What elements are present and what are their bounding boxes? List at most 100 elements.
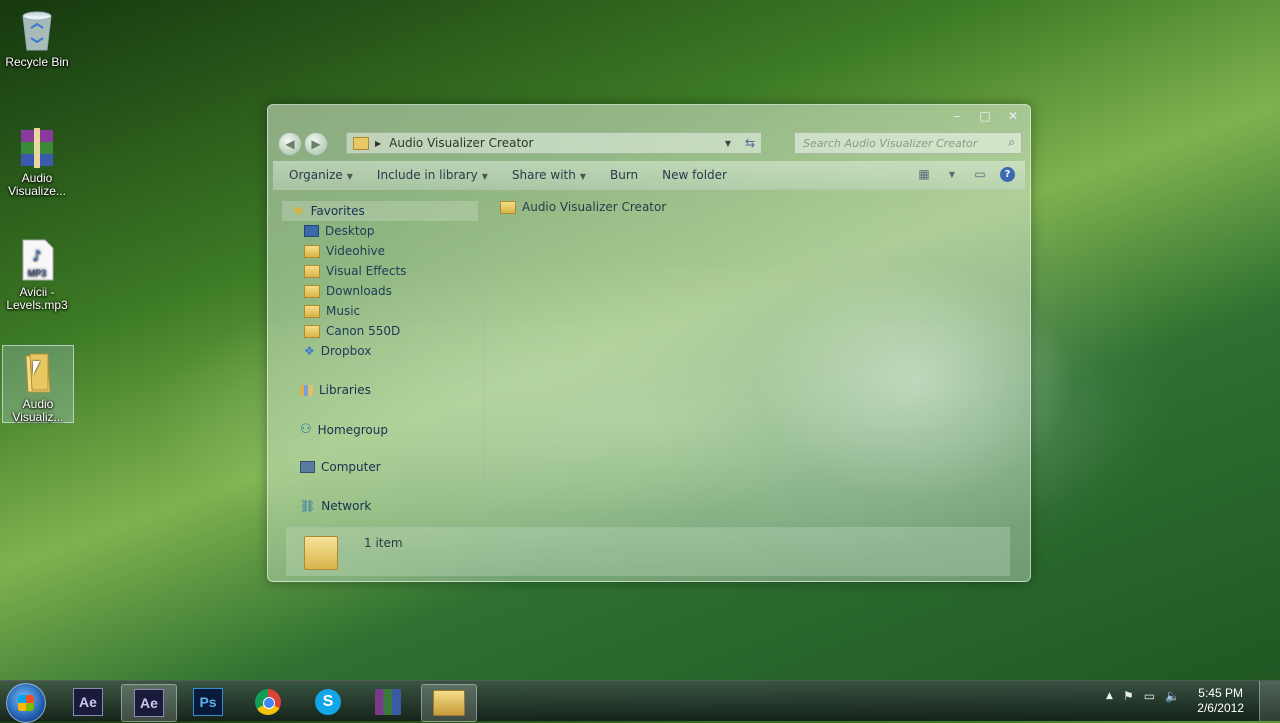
system-tray: ▲ ⚑ ▭ 🔈 (1106, 689, 1180, 703)
item-count: 1 item (364, 536, 403, 550)
nav-libraries[interactable]: Libraries (300, 383, 371, 397)
nav-label: Network (321, 499, 372, 513)
burn-button[interactable]: Burn (602, 168, 646, 182)
folder-icon (304, 244, 320, 258)
action-center-icon[interactable]: ⚑ (1123, 689, 1134, 703)
chevron-down-icon: ▼ (346, 172, 353, 181)
chevron-down-icon[interactable]: ▼ (725, 139, 731, 148)
after-effects-icon: Ae (73, 688, 103, 716)
address-bar[interactable]: ▶ Audio Visualizer Creator ▼ ⇆ (346, 132, 762, 154)
breadcrumb-current[interactable]: Audio Visualizer Creator (389, 136, 533, 150)
help-icon[interactable]: ? (1000, 166, 1015, 182)
show-desktop-button[interactable] (1259, 681, 1280, 721)
folder-icon (353, 136, 369, 150)
nav-label: Favorites (310, 204, 365, 218)
nav-label: Visual Effects (326, 264, 407, 278)
new-folder-button[interactable]: New folder (654, 168, 735, 182)
taskbar-app-photoshop[interactable]: Ps (181, 684, 235, 720)
file-name: Audio Visualizer Creator (522, 200, 667, 214)
chrome-icon (255, 689, 281, 715)
nav-label: Downloads (326, 284, 392, 298)
view-options-icon[interactable]: ▦ (916, 166, 932, 182)
desktop-icon-audio-visualizer-folder[interactable]: Audio Visualiz... (2, 345, 74, 424)
nav-label: Videohive (326, 244, 386, 258)
desktop-icon-label: Avicii - Levels.mp3 (6, 285, 68, 312)
taskbar-app-winrar[interactable] (361, 684, 415, 720)
chevron-down-icon: ▼ (481, 172, 488, 181)
chevron-down-icon[interactable]: ▼ (944, 166, 960, 182)
libraries-icon (300, 384, 313, 396)
share-with-label: Share with (511, 168, 576, 182)
recycle-bin-icon (17, 8, 57, 52)
taskbar-app-windows-explorer[interactable] (421, 684, 477, 722)
organize-button[interactable]: Organize ▼ (281, 168, 361, 182)
nav-item-desktop[interactable]: Desktop (304, 224, 375, 238)
back-button[interactable]: ◀ (278, 132, 302, 156)
desktop-icon-audio-visualizer-archive[interactable]: Audio Visualize... (2, 118, 72, 198)
desktop-icon (304, 225, 319, 237)
organize-label: Organize (289, 168, 343, 182)
nav-label: Dropbox (320, 344, 372, 358)
close-icon[interactable]: ✕ (1006, 109, 1020, 123)
nav-item-videohive[interactable]: Videohive (304, 244, 385, 258)
search-input[interactable] (801, 135, 1005, 151)
nav-network[interactable]: ⛓ Network (300, 499, 371, 513)
search-icon[interactable]: ⌕ (1008, 135, 1015, 150)
nav-label: Canon 550D (326, 324, 401, 338)
share-with-button[interactable]: Share with ▼ (504, 168, 594, 182)
nav-computer[interactable]: Computer (300, 460, 381, 474)
winrar-archive-icon (17, 124, 57, 168)
include-in-library-button[interactable]: Include in library ▼ (369, 168, 496, 182)
volume-icon[interactable]: 🔈 (1165, 689, 1180, 703)
after-effects-icon: Ae (134, 689, 164, 717)
nav-item-dropbox[interactable]: ❖ Dropbox (304, 344, 371, 358)
network-status-icon[interactable]: ▭ (1144, 689, 1155, 703)
navigation-bar: ◀ ▶ ▶ Audio Visualizer Creator ▼ ⇆ ⌕ (276, 131, 1022, 156)
window-controls: – □ ✕ (950, 109, 1020, 123)
search-box[interactable]: ⌕ (794, 132, 1022, 154)
nav-item-downloads[interactable]: Downloads (304, 284, 392, 298)
file-list-item[interactable]: Audio Visualizer Creator (500, 200, 666, 214)
svg-text:♪: ♪ (33, 248, 42, 264)
minimize-icon[interactable]: – (950, 109, 964, 123)
nav-label: Music (326, 304, 361, 318)
explorer-window[interactable]: – □ ✕ ◀ ▶ ▶ Audio Visualizer Creator ▼ ⇆… (267, 104, 1031, 582)
folder-icon (304, 264, 320, 278)
desktop-icon-avicii-mp3[interactable]: ♪ MP3 Avicii - Levels.mp3 (2, 232, 72, 312)
taskbar-app-chrome[interactable] (241, 684, 295, 720)
preview-pane-icon[interactable]: ▭ (972, 166, 988, 182)
breadcrumb-arrow-icon[interactable]: ▶ (375, 139, 381, 148)
nav-label: Homegroup (317, 422, 388, 437)
forward-button[interactable]: ▶ (304, 132, 328, 156)
arrow-left-icon: ◀ (285, 137, 295, 151)
windows-logo-icon (18, 695, 34, 711)
start-button[interactable] (6, 683, 46, 723)
nav-favorites[interactable]: ★ Favorites (292, 203, 365, 219)
mouse-cursor (33, 361, 40, 375)
folder-icon (304, 284, 320, 298)
taskbar-app-skype[interactable]: S (301, 684, 355, 720)
nav-item-music[interactable]: Music (304, 304, 360, 318)
nav-homegroup[interactable]: ⚇ Homegroup (300, 422, 388, 437)
system-clock[interactable]: 5:45 PM 2/6/2012 (1197, 686, 1244, 716)
taskbar-app-after-effects-running[interactable]: Ae (121, 684, 177, 722)
network-icon: ⛓ (300, 499, 316, 513)
arrow-right-icon: ▶ (311, 137, 321, 151)
computer-icon (300, 461, 315, 473)
nav-label: Desktop (325, 224, 375, 238)
star-icon: ★ (292, 203, 305, 219)
taskbar: Ae Ae Ps S ▲ ⚑ ▭ 🔈 5:45 PM 2/6/2012 (0, 680, 1280, 723)
maximize-icon[interactable]: □ (978, 109, 992, 123)
desktop-icon-recycle-bin[interactable]: Recycle Bin (2, 2, 72, 69)
desktop-icon-label: Audio Visualize... (8, 171, 66, 198)
show-hidden-icons-icon[interactable]: ▲ (1106, 691, 1113, 701)
desktop-icon-label: Audio Visualiz... (12, 397, 64, 424)
details-pane: 1 item (286, 527, 1010, 576)
nav-item-visual-effects[interactable]: Visual Effects (304, 264, 406, 278)
photoshop-icon: Ps (193, 688, 223, 716)
nav-label: Computer (321, 460, 381, 474)
taskbar-app-after-effects[interactable]: Ae (61, 684, 115, 720)
nav-item-canon-550d[interactable]: Canon 550D (304, 324, 400, 338)
nav-label: Libraries (319, 383, 371, 397)
refresh-icon[interactable]: ⇆ (745, 136, 755, 150)
